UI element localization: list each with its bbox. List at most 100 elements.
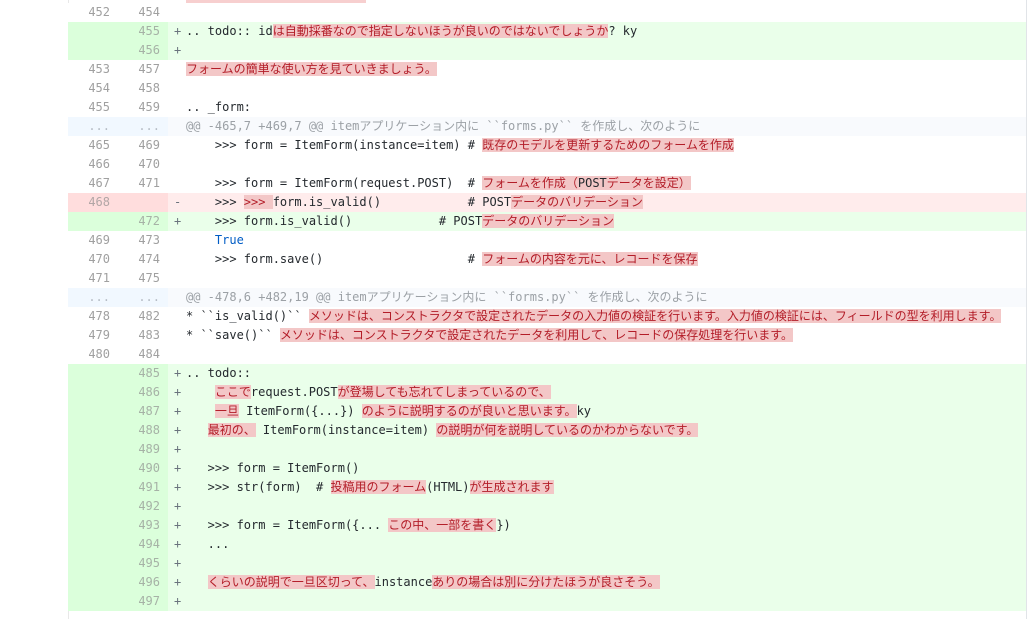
code-line: >>> >>> form.is_valid() # POSTデータのバリデーショ… <box>186 193 643 212</box>
new-line-number[interactable]: 483 <box>118 326 168 345</box>
new-line-number[interactable]: 496 <box>118 573 168 592</box>
changed-text: 一旦 <box>214 404 239 418</box>
new-line-number[interactable]: 488 <box>118 421 168 440</box>
old-line-number[interactable]: 480 <box>68 345 118 364</box>
old-line-number[interactable] <box>68 212 118 231</box>
old-line-number[interactable] <box>68 459 118 478</box>
new-line-number[interactable]: 472 <box>118 212 168 231</box>
new-line-number[interactable] <box>118 193 168 212</box>
new-line-number[interactable]: 486 <box>118 383 168 402</box>
new-line-number[interactable]: 495 <box>118 554 168 573</box>
new-line-number[interactable]: 494 <box>118 535 168 554</box>
new-line-number[interactable]: 491 <box>118 478 168 497</box>
new-line-number[interactable]: 497 <box>118 592 168 611</box>
diff-marker: + <box>174 480 182 494</box>
new-line-number[interactable]: 487 <box>118 402 168 421</box>
changed-text: データを設定） <box>606 176 691 190</box>
old-line-number[interactable]: 452 <box>68 3 118 22</box>
new-line-number[interactable]: ... <box>118 288 168 307</box>
code-text: @@ -478,6 +482,19 @@ itemアプリケーション内に ``fo… <box>186 290 708 304</box>
old-line-number[interactable] <box>68 535 118 554</box>
new-line-number[interactable]: 459 <box>118 98 168 117</box>
code-line: >>> form = ItemForm(request.POST) # フォーム… <box>186 174 691 193</box>
new-line-number[interactable]: 470 <box>118 155 168 174</box>
new-line-number[interactable]: 474 <box>118 250 168 269</box>
code-text: >>> <box>186 195 244 209</box>
diff-marker: + <box>174 24 182 38</box>
new-line-number[interactable]: 484 <box>118 345 168 364</box>
new-line-number[interactable]: 471 <box>118 174 168 193</box>
code-text: >>> form = ItemForm(request.POST) # <box>186 176 483 190</box>
new-line-number[interactable]: 458 <box>118 79 168 98</box>
diff-line-row: 456 + <box>68 41 1026 60</box>
code-line: .. _form: <box>186 98 251 117</box>
code-line: .. todo:: <box>186 364 251 383</box>
diff-marker: + <box>174 43 182 57</box>
code-text: * ``save()`` <box>186 328 280 342</box>
new-line-number[interactable]: 493 <box>118 516 168 535</box>
new-line-number[interactable]: 492 <box>118 497 168 516</box>
new-line-number[interactable]: 454 <box>118 3 168 22</box>
new-line-number[interactable]: ... <box>118 117 168 136</box>
old-line-number[interactable] <box>68 516 118 535</box>
code-line: True <box>186 231 244 250</box>
old-line-number[interactable] <box>68 421 118 440</box>
new-line-number[interactable]: 457 <box>118 60 168 79</box>
old-line-number[interactable] <box>68 383 118 402</box>
old-line-number[interactable]: 467 <box>68 174 118 193</box>
new-line-number[interactable]: 490 <box>118 459 168 478</box>
old-line-number[interactable] <box>68 573 118 592</box>
diff-marker: + <box>174 404 182 418</box>
old-line-number[interactable] <box>68 592 118 611</box>
old-line-number[interactable]: 455 <box>68 98 118 117</box>
new-line-number[interactable]: 456 <box>118 41 168 60</box>
old-line-number[interactable] <box>68 497 118 516</box>
old-line-number[interactable]: ... <box>68 117 118 136</box>
old-line-number[interactable]: 471 <box>68 269 118 288</box>
changed-text: データのバリデーション <box>482 214 614 228</box>
new-line-number[interactable]: 489 <box>118 440 168 459</box>
new-line-number[interactable]: 469 <box>118 136 168 155</box>
changed-text: 投稿用のフォーム <box>330 480 427 494</box>
old-line-number[interactable]: 470 <box>68 250 118 269</box>
diff-line-row: 455 459 .. _form: <box>68 98 1026 117</box>
old-line-number[interactable] <box>68 440 118 459</box>
code-line: * ``save()`` メソッドは、コンストラクタで設定されたデータを利用して… <box>186 326 794 345</box>
old-line-number[interactable]: 453 <box>68 60 118 79</box>
left-gutter <box>0 0 69 619</box>
changed-text: ここで <box>214 385 251 399</box>
old-line-number[interactable] <box>68 554 118 573</box>
old-line-number[interactable]: 469 <box>68 231 118 250</box>
diff-line-row: 478 482 * ``is_valid()`` メソッドは、コンストラクタで設定さ… <box>68 307 1026 326</box>
diff-line-row: 452 454 <box>68 3 1026 22</box>
old-line-number[interactable] <box>68 364 118 383</box>
old-line-number[interactable]: 479 <box>68 326 118 345</box>
diff-marker: + <box>174 556 182 570</box>
old-line-number[interactable]: 454 <box>68 79 118 98</box>
diff-marker: + <box>174 461 182 475</box>
keyword-token: True <box>214 233 244 247</box>
code-line: 一旦 ItemForm({...}) のように説明するのが良いと思います。ky <box>186 402 591 421</box>
old-line-number[interactable]: 465 <box>68 136 118 155</box>
new-line-number[interactable]: 482 <box>118 307 168 326</box>
diff-line-row: 493 + >>> form = ItemForm({... この中、一部を書く}… <box>68 516 1026 535</box>
old-line-number[interactable] <box>68 41 118 60</box>
old-line-number[interactable]: ... <box>68 288 118 307</box>
new-line-number[interactable]: 475 <box>118 269 168 288</box>
diff-view: 452 454 455 +.. todo:: idは自動採番なので指定しないほうが良い… <box>68 0 1026 619</box>
new-line-number[interactable]: 485 <box>118 364 168 383</box>
old-line-number[interactable] <box>68 402 118 421</box>
old-line-number[interactable] <box>68 22 118 41</box>
new-line-number[interactable]: 455 <box>118 22 168 41</box>
diff-line-row: 453 457 フォームの簡単な使い方を見ていきましょう。 <box>68 60 1026 79</box>
new-line-number[interactable]: 473 <box>118 231 168 250</box>
old-line-number[interactable]: 478 <box>68 307 118 326</box>
diff-line-row: 479 483 * ``save()`` メソッドは、コンストラクタで設定されたデー… <box>68 326 1026 345</box>
old-line-number[interactable] <box>68 478 118 497</box>
diff-marker: - <box>174 195 182 209</box>
old-line-number[interactable]: 466 <box>68 155 118 174</box>
changed-text: のように説明するのが良いと思います。 <box>361 404 577 418</box>
old-line-number[interactable]: 468 <box>68 193 118 212</box>
changed-text: が登場しても忘れてしまっているので、 <box>337 385 551 399</box>
